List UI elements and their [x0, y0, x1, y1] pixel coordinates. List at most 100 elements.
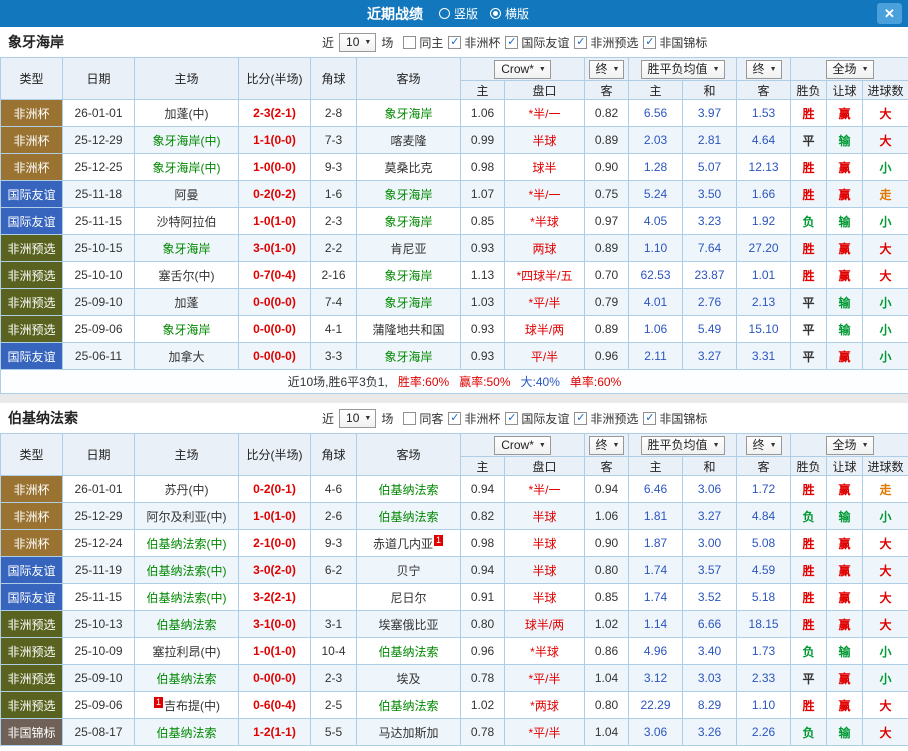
filter-checkbox[interactable]: 同主 [403, 34, 443, 51]
away-team-cell: 伯基纳法索 [356, 691, 461, 719]
end-select-cell: 终 ▼ [736, 57, 792, 81]
avg-win: 1.74 [628, 556, 684, 584]
away-team-cell: 象牙海岸 [356, 207, 461, 235]
col-header-handicap: 盘口 [503, 80, 586, 100]
col-header-result-goals: 进球数 [862, 80, 908, 100]
select-value: Crow* [501, 61, 534, 76]
match-type-badge: 国际友谊 [0, 556, 63, 584]
filter-checkbox[interactable]: ✓ 非洲预选 [574, 34, 638, 51]
filter-checkbox[interactable]: ✓ 非国锦标 [643, 410, 707, 427]
match-type-badge: 非国锦标 [0, 718, 63, 746]
away-team-cell: 伯基纳法索 [356, 475, 461, 503]
odds-handicap: *半/一 [503, 99, 586, 127]
filter-checkbox[interactable]: ✓ 非国锦标 [643, 34, 707, 51]
match-count-select[interactable]: 10 ▼ [339, 408, 377, 428]
odds-home: 0.93 [460, 234, 505, 262]
checkbox-icon: ✓ [505, 411, 519, 425]
team-name: 象牙海岸(中) [152, 133, 221, 148]
match-row: 非洲杯 25-12-24 伯基纳法索(中) 2-1(0-0) 9-3 赤道几内亚 1 0.98… [0, 529, 908, 557]
odds-away: 0.90 [584, 529, 630, 557]
radio-vertical-layout[interactable]: 竖版 [438, 5, 478, 22]
filter-checkbox[interactable]: ✓ 非洲杯 [448, 410, 500, 427]
odds-away: 1.02 [584, 610, 630, 638]
team-name: 伯基纳法索 [156, 671, 217, 686]
result-wdl: 平 [790, 664, 828, 692]
team-name: 伯基纳法索 [378, 509, 439, 524]
odds-home: 0.94 [460, 475, 505, 503]
home-team-cell: 沙特阿拉伯 [134, 207, 239, 235]
odds-home: 0.93 [460, 342, 505, 370]
away-team-cell: 尼日尔 [356, 583, 461, 611]
avg-win: 4.96 [628, 637, 684, 665]
odds-away: 0.80 [584, 691, 630, 719]
match-row: 非洲杯 25-12-25 象牙海岸(中) 1-0(0-0) 9-3 莫桑比克 0.98 球半 0… [0, 153, 908, 181]
radio-horizontal-layout[interactable]: 横版 [490, 5, 529, 22]
filter-checkbox[interactable]: ✓ 国际友谊 [505, 34, 569, 51]
avg-lose: 1.92 [736, 207, 792, 235]
match-date: 25-11-15 [62, 207, 135, 235]
odds-handicap: 半球 [503, 529, 586, 557]
match-row: 非洲预选 25-09-06 1 吉布提(中) 0-6(0-4) 2-5 伯基纳法索 1.02 *… [0, 691, 908, 719]
team-name: 伯基纳法索 [378, 698, 439, 713]
result-wdl: 负 [790, 637, 828, 665]
avg-draw: 3.00 [682, 529, 738, 557]
full-match-select[interactable]: 全场 ▼ [825, 435, 874, 455]
wdl-average-select[interactable]: 胜平负均值 ▼ [640, 59, 725, 79]
result-wdl: 胜 [790, 610, 828, 638]
team-name: 贝宁 [396, 563, 421, 578]
filter-checkbox-group: 同主 ✓ 非洲杯 ✓ 国际友谊 ✓ 非洲预选 ✓ 非国锦标 [398, 34, 707, 51]
team-name: 伯基纳法索(中) [146, 536, 227, 551]
odds-handicap: *半/一 [503, 180, 586, 208]
result-handicap: 输 [826, 502, 864, 530]
result-wdl: 平 [790, 342, 828, 370]
result-handicap: 输 [826, 718, 864, 746]
home-team-cell: 伯基纳法索(中) [134, 556, 239, 584]
games-label: 场 [381, 35, 394, 50]
bookmaker-select[interactable]: Crow* ▼ [494, 59, 551, 79]
final-odds-select[interactable]: 终 ▼ [745, 435, 782, 455]
close-button[interactable]: ✕ [877, 3, 902, 24]
team-name: 赤道几内亚 [372, 536, 433, 551]
filter-checkbox[interactable]: ✓ 非洲杯 [448, 34, 500, 51]
filter-checkbox[interactable]: ✓ 国际友谊 [505, 410, 569, 427]
corner-count: 10-4 [310, 637, 357, 665]
final-odds-select[interactable]: 终 ▼ [588, 59, 625, 79]
team-title: 伯基纳法索 [8, 410, 78, 426]
chevron-down-icon: ▼ [612, 65, 620, 73]
filter-checkbox[interactable]: ✓ 非洲预选 [574, 410, 638, 427]
result-wdl: 平 [790, 315, 828, 343]
close-icon: ✕ [884, 6, 895, 21]
avg-draw: 2.81 [682, 126, 738, 154]
match-row: 非洲预选 25-09-10 伯基纳法索 0-0(0-0) 2-3 埃及 0.78 *平/半 1.… [0, 664, 908, 692]
chevron-down-icon: ▼ [861, 65, 869, 73]
team-name: 伯基纳法索 [378, 482, 439, 497]
home-team-cell: 苏丹(中) [134, 475, 239, 503]
select-value: 终 [752, 437, 765, 452]
match-type-badge: 非洲杯 [0, 475, 63, 503]
result-handicap: 赢 [826, 664, 864, 692]
match-count-select[interactable]: 10 ▼ [339, 32, 377, 52]
match-type-badge: 非洲预选 [0, 288, 63, 316]
odds-handicap: *四球半/五 [503, 261, 586, 289]
summary-segment: 近10场,胜6平3负1, [287, 375, 388, 389]
match-type-badge: 非洲预选 [0, 637, 63, 665]
match-score: 2-3(2-1) [238, 99, 311, 127]
avg-win: 6.46 [628, 475, 684, 503]
bookmaker-select[interactable]: Crow* ▼ [494, 435, 551, 455]
result-goals: 大 [862, 610, 908, 638]
select-value: 全场 [832, 61, 857, 76]
col-header-avg-lose: 客 [736, 80, 792, 100]
final-odds-select[interactable]: 终 ▼ [588, 435, 625, 455]
checkbox-icon [403, 35, 417, 49]
full-match-select[interactable]: 全场 ▼ [825, 59, 874, 79]
final-odds-select[interactable]: 终 ▼ [745, 59, 782, 79]
result-goals: 走 [862, 475, 908, 503]
odds-away: 1.06 [584, 502, 630, 530]
match-score: 0-2(0-1) [238, 475, 311, 503]
recent-results-popup: 近期战绩 竖版 横版 ✕ 象牙海岸 近 10 ▼ 场 同主 ✓ 非洲杯 ✓ 国际友谊 ✓ 非洲… [0, 0, 908, 746]
odds-home: 0.85 [460, 207, 505, 235]
summary-segment: 大:40% [520, 375, 560, 389]
filter-checkbox[interactable]: 同客 [403, 410, 443, 427]
wdl-average-select[interactable]: 胜平负均值 ▼ [640, 435, 725, 455]
col-header-score: 比分(半场) [238, 57, 311, 100]
